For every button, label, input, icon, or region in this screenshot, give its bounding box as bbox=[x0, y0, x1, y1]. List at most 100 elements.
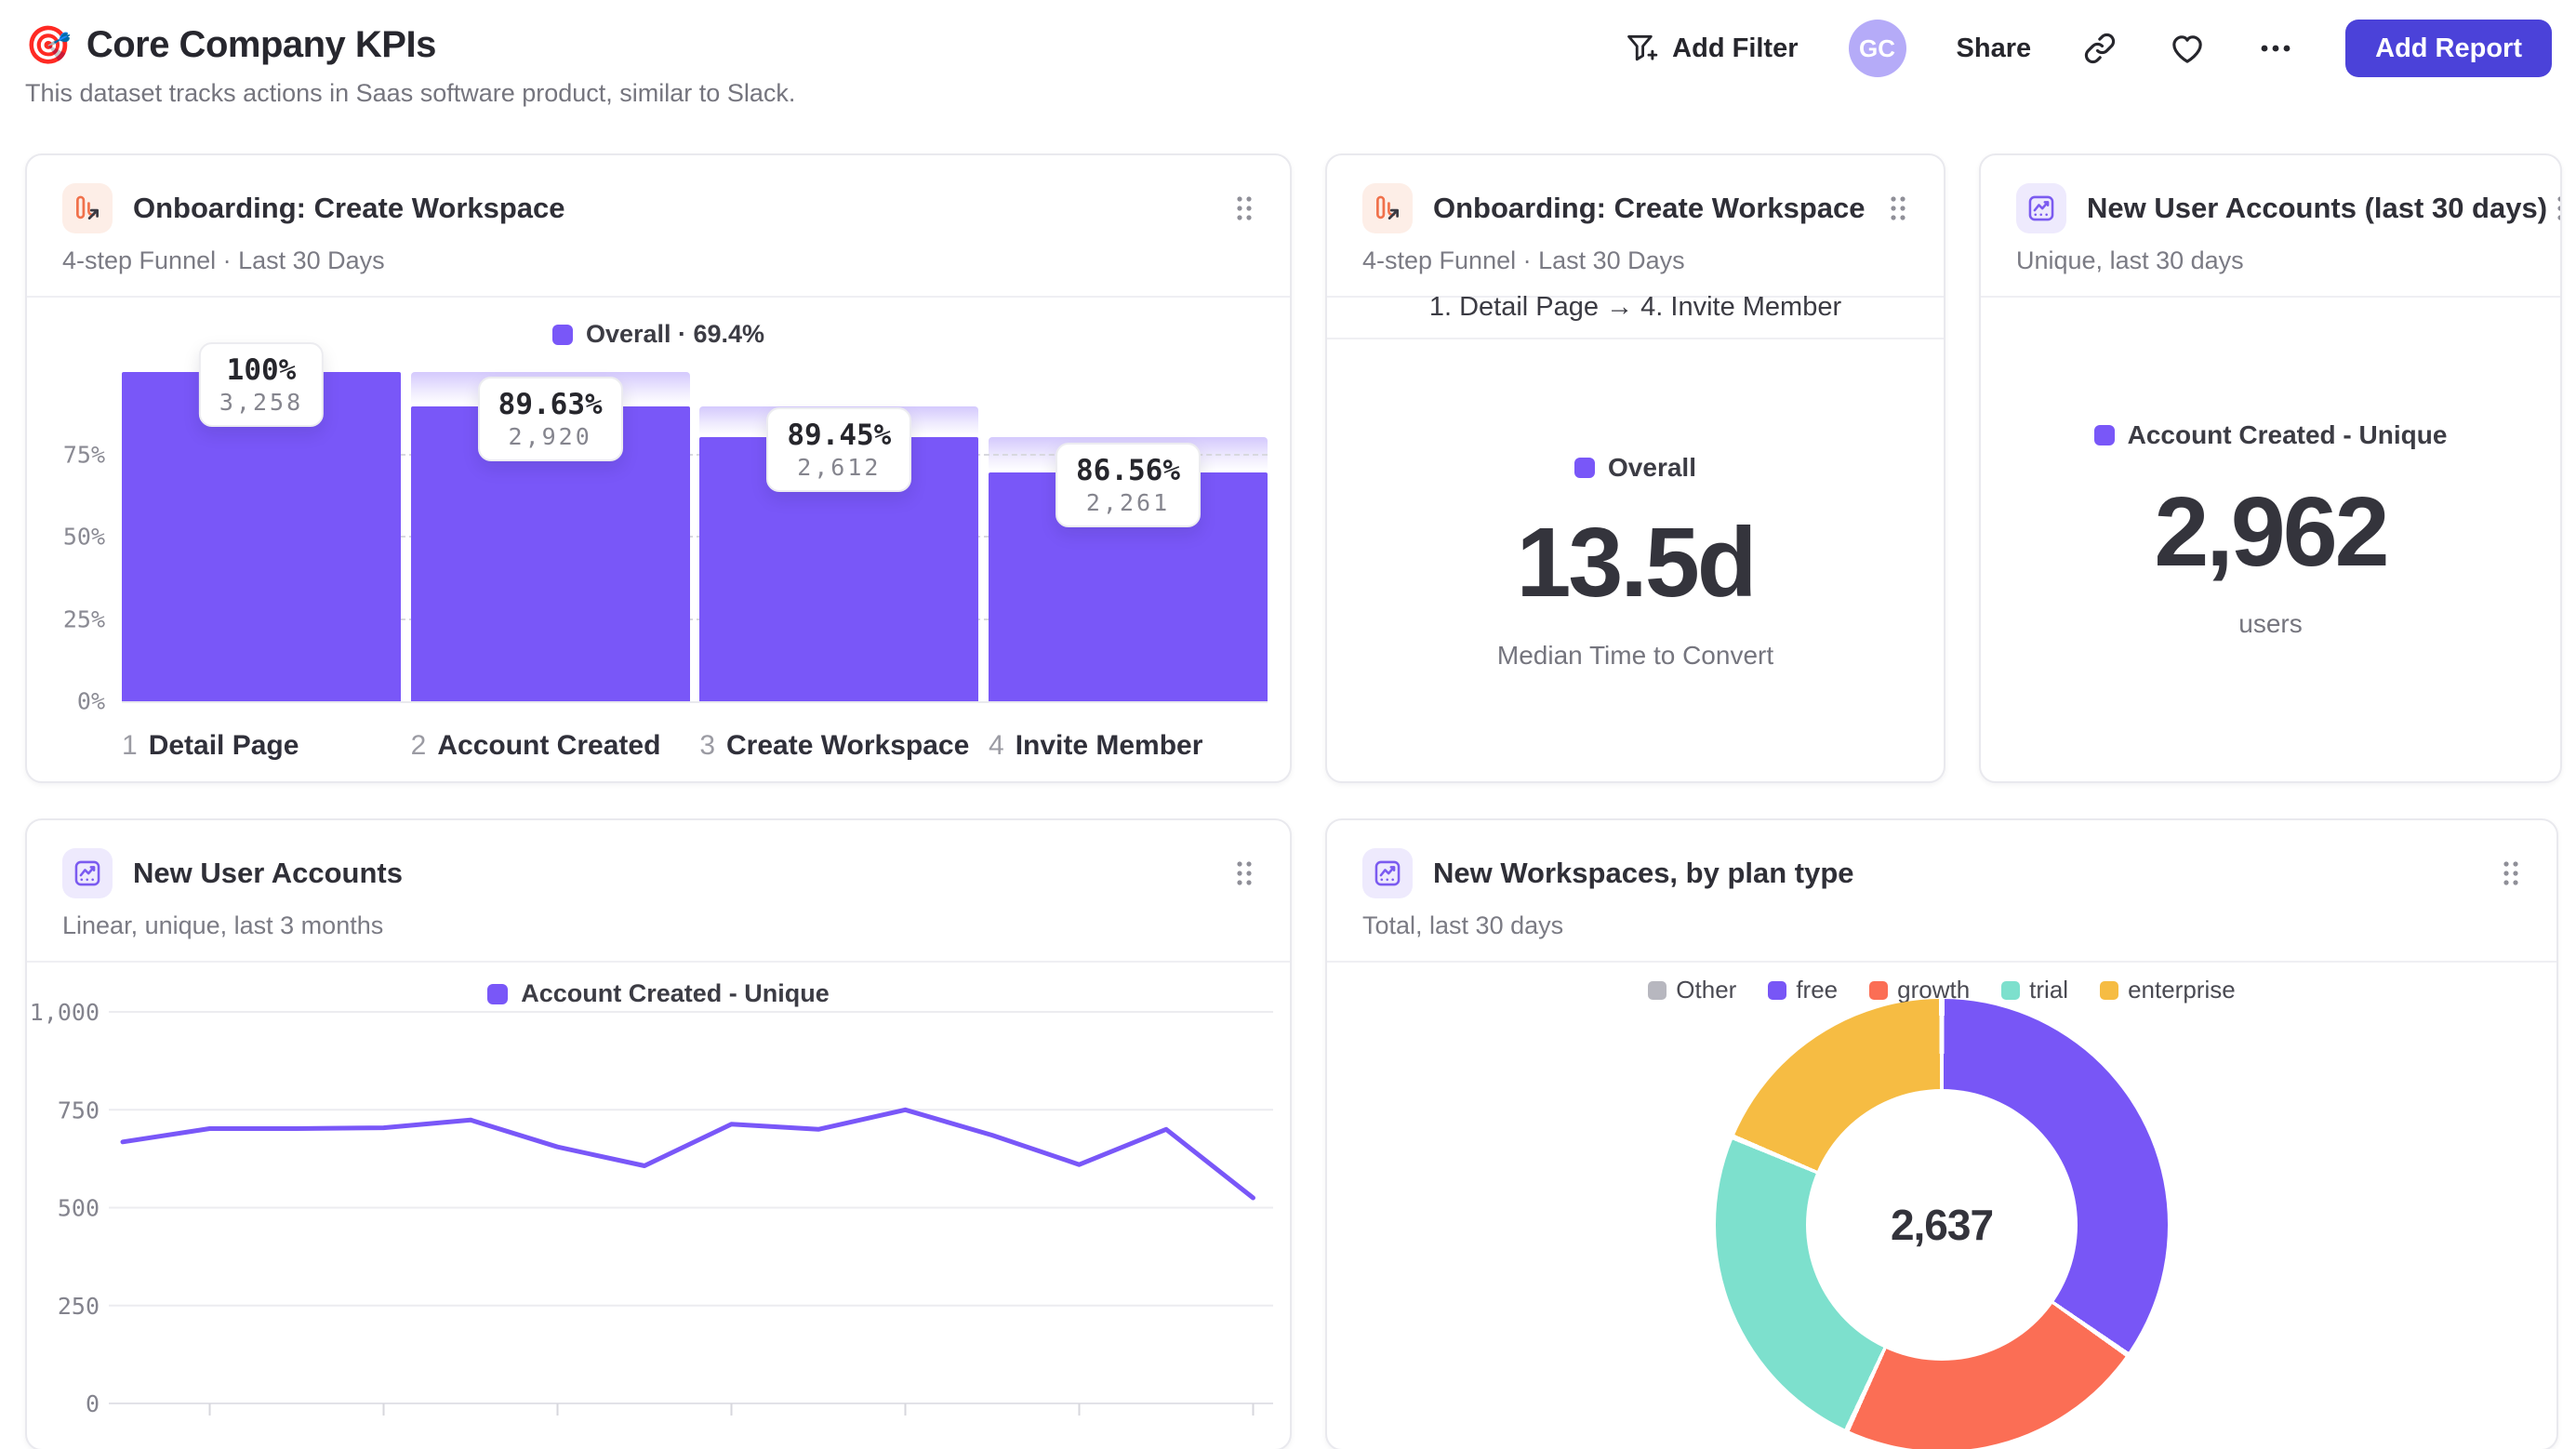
page-subtitle: This dataset tracks actions in Saas soft… bbox=[25, 79, 796, 107]
share-label: Share bbox=[1956, 33, 2032, 63]
favorite-button[interactable] bbox=[2169, 30, 2206, 67]
funnel-y-tick-label: 25% bbox=[62, 605, 105, 632]
funnel-step-pct: 100% bbox=[226, 353, 297, 387]
legend-label: Account Created - Unique bbox=[2127, 420, 2448, 449]
more-menu-button[interactable] bbox=[2256, 30, 2295, 67]
donut-legend-item[interactable]: Other bbox=[1648, 976, 1736, 1004]
page-title: Core Company KPIs bbox=[86, 24, 437, 65]
funnel-y-tick-label: 0% bbox=[76, 687, 105, 715]
line-chart-y-tick-label: 0 bbox=[86, 1390, 100, 1417]
legend-swatch bbox=[551, 324, 573, 345]
card-title: Onboarding: Create Workspace bbox=[1433, 192, 1866, 224]
funnel-y-tick-label: 75% bbox=[62, 441, 105, 468]
card-subtitle: Total, last 30 days bbox=[1362, 911, 1564, 939]
funnel-step-label: 1 Detail Page bbox=[122, 730, 299, 761]
legend-label: trial bbox=[2029, 976, 2069, 1004]
card-title: New Workspaces, by plan type bbox=[1433, 857, 1854, 889]
donut-legend-item[interactable]: enterprise bbox=[2100, 976, 2236, 1004]
median-time-caption: Median Time to Convert bbox=[1496, 641, 1774, 670]
dashboard-page: 🎯 Core Company KPIs This dataset tracks … bbox=[0, 0, 2576, 1449]
line-chart-y-tick-label: 500 bbox=[58, 1195, 100, 1222]
filter-plus-icon bbox=[1624, 31, 1659, 66]
line-chart[interactable]: 0 250 500 750 1,000 Apr 20 May 4 May 18 Jun 1 Jun… bbox=[27, 960, 1290, 1449]
card-subtitle: 4-step Funnel · Last 30 Days bbox=[62, 246, 385, 274]
avatar[interactable]: GC bbox=[1848, 20, 1906, 77]
card-subtitle: Unique, last 30 days bbox=[2016, 246, 2244, 274]
funnel-value-tooltip: 86.56% 2,261 bbox=[1056, 443, 1201, 528]
funnel-step-pct: 89.45% bbox=[787, 419, 892, 453]
funnel-y-tick-label: 50% bbox=[62, 523, 105, 551]
card-new-accounts-30d: New User Accounts (last 30 days) Unique,… bbox=[1979, 153, 2562, 783]
insights-report-icon bbox=[62, 848, 113, 898]
drag-handle-icon[interactable] bbox=[1227, 851, 1262, 896]
metric-legend: Account Created - Unique bbox=[1981, 420, 2560, 450]
legend-swatch bbox=[1869, 980, 1889, 1000]
legend-label: Other bbox=[1676, 976, 1737, 1004]
legend-label: free bbox=[1796, 976, 1839, 1004]
cards-row-2: New User Accounts Linear, unique, last 3… bbox=[25, 818, 2558, 1449]
card-subtitle: 4-step Funnel · Last 30 Days bbox=[1362, 246, 1685, 274]
donut-legend-item[interactable]: trial bbox=[2001, 976, 2068, 1004]
title-block: 🎯 Core Company KPIs This dataset tracks … bbox=[25, 24, 795, 108]
ellipsis-icon bbox=[2256, 30, 2295, 67]
legend-label: enterprise bbox=[2128, 976, 2236, 1004]
donut-legend-item[interactable]: free bbox=[1768, 976, 1838, 1004]
line-chart-x-tick-label: Jun 1 bbox=[702, 1444, 762, 1449]
funnel-value-tooltip: 89.45% 2,612 bbox=[766, 407, 912, 493]
legend-swatch bbox=[1648, 980, 1667, 1000]
line-chart-x-tick-label: Jul 13 bbox=[1221, 1444, 1285, 1449]
line-chart-x-tick-label: Jun 29 bbox=[1042, 1444, 1115, 1449]
median-time-value: 13.5d bbox=[1516, 508, 1757, 618]
copy-link-button[interactable] bbox=[2081, 30, 2118, 67]
funnel-step-label: 3 Create Workspace bbox=[699, 730, 970, 761]
legend-swatch bbox=[1574, 458, 1596, 478]
card-title: New User Accounts bbox=[133, 857, 403, 889]
accounts-caption: users bbox=[2238, 609, 2303, 638]
funnel-step-pct: 86.56% bbox=[1076, 454, 1180, 488]
card-title: Onboarding: Create Workspace bbox=[133, 192, 565, 224]
card-workspaces-by-plan: New Workspaces, by plan type Total, last… bbox=[1325, 818, 2558, 1449]
add-filter-label: Add Filter bbox=[1672, 33, 1799, 63]
funnel-value-tooltip: 89.63% 2,920 bbox=[477, 376, 623, 461]
funnel-step-count: 2,920 bbox=[508, 422, 592, 450]
add-filter-button[interactable]: Add Filter bbox=[1624, 31, 1799, 66]
overall-legend: Overall bbox=[1327, 453, 1944, 483]
card-accounts-trend: New User Accounts Linear, unique, last 3… bbox=[25, 818, 1292, 1449]
heart-icon bbox=[2169, 30, 2206, 67]
line-chart-x-tick-label: May 18 bbox=[518, 1444, 597, 1449]
drag-handle-icon[interactable] bbox=[1227, 186, 1262, 231]
dashboard-emoji-icon: 🎯 bbox=[25, 24, 72, 66]
drag-handle-icon[interactable] bbox=[2547, 186, 2560, 231]
line-chart-y-tick-label: 250 bbox=[58, 1293, 100, 1320]
card-time-to-convert: Onboarding: Create Workspace 4-step Funn… bbox=[1325, 153, 1945, 783]
donut-chart[interactable]: 2,637 bbox=[1716, 999, 2168, 1449]
funnel-plot-area: 0% 25% 50% 75% 100% 3,258 89.63% 2,920 89.45% 2,6… bbox=[63, 342, 1268, 715]
drag-handle-icon[interactable] bbox=[1880, 186, 1916, 231]
legend-swatch bbox=[2093, 425, 2115, 445]
insights-report-icon bbox=[2016, 183, 2066, 233]
add-report-button[interactable]: Add Report bbox=[2345, 20, 2552, 77]
funnel-step-pct: 89.63% bbox=[498, 387, 603, 421]
legend-swatch bbox=[2100, 980, 2119, 1000]
share-button[interactable]: Share bbox=[1957, 33, 2032, 64]
funnel-step-count: 2,261 bbox=[1085, 489, 1171, 517]
line-chart-y-tick-label: 750 bbox=[58, 1097, 100, 1123]
drag-handle-icon[interactable] bbox=[2493, 851, 2529, 896]
cards-row-1: Onboarding: Create Workspace 4-step Funn… bbox=[25, 153, 2562, 783]
funnel-report-icon bbox=[62, 183, 113, 233]
funnel-step-range: 1. Detail Page → 4. Invite Member bbox=[1327, 276, 1944, 339]
insights-report-icon bbox=[1362, 848, 1413, 898]
trend-line-series[interactable] bbox=[120, 1107, 1255, 1201]
card-subtitle: Linear, unique, last 3 months bbox=[62, 911, 384, 939]
funnel-step-label: 4 Invite Member bbox=[989, 730, 1203, 761]
legend-swatch bbox=[2001, 980, 2021, 1000]
header-actions: Add Filter GC Share Add Report bbox=[1624, 19, 2552, 78]
funnel-step-count: 3,258 bbox=[219, 389, 304, 416]
line-chart-x-tick-label: Jun 15 bbox=[869, 1444, 941, 1449]
funnel-step-count: 2,612 bbox=[797, 454, 882, 482]
line-chart-x-tick-label: May 4 bbox=[351, 1444, 417, 1449]
legend-swatch bbox=[1768, 980, 1787, 1000]
funnel-x-axis: 1 Detail Page 2 Account Created 3 Create Work… bbox=[122, 730, 1268, 767]
legend-label: Overall · 69.4% bbox=[585, 320, 765, 348]
line-chart-x-tick-label: Apr 20 bbox=[174, 1444, 246, 1449]
